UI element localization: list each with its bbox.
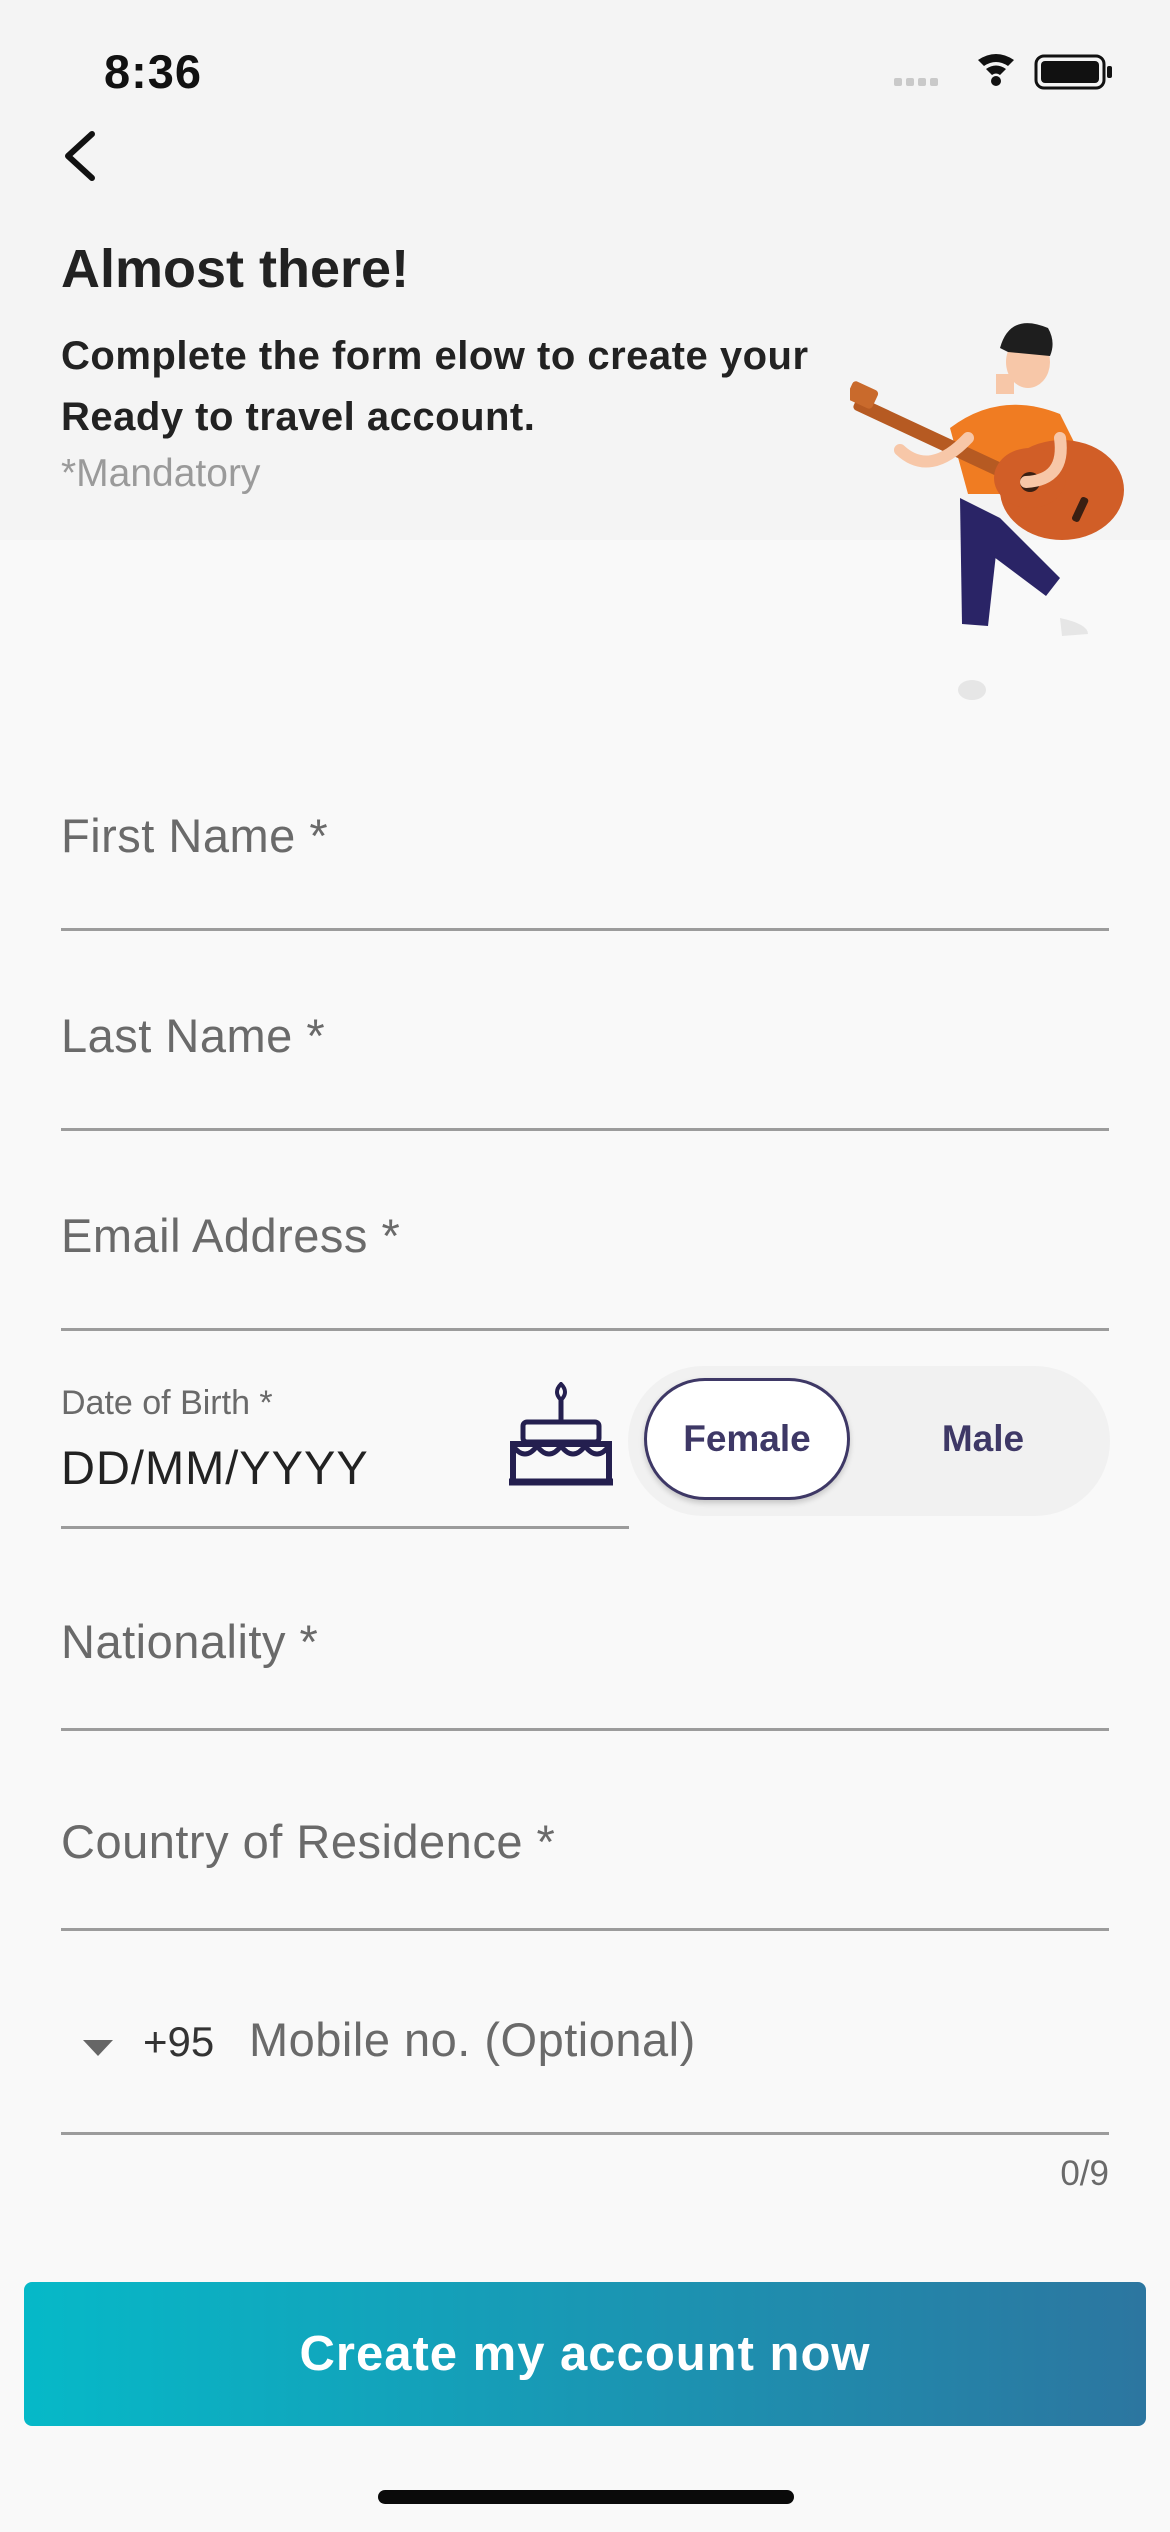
first-name-placeholder: First Name * xyxy=(61,809,329,862)
caret-down-icon[interactable] xyxy=(81,2036,115,2060)
page-subtitle: Complete the form elow to create your Re… xyxy=(61,334,809,439)
status-time: 8:36 xyxy=(104,45,203,98)
nationality-placeholder: Nationality * xyxy=(61,1615,319,1668)
guitar-player-illustration xyxy=(846,318,1135,710)
signal-icon xyxy=(894,78,938,86)
first-name-field[interactable]: First Name * xyxy=(61,778,1109,931)
gender-female-button[interactable]: Female xyxy=(644,1378,850,1500)
country-code[interactable]: +95 xyxy=(143,2018,214,2066)
mobile-number-field[interactable]: +95 Mobile no. (Optional) xyxy=(61,1984,1109,2135)
mobile-char-counter: 0/9 xyxy=(1060,2154,1109,2193)
gender-toggle: Female Male xyxy=(628,1366,1110,1516)
home-indicator xyxy=(378,2490,794,2504)
cake-icon[interactable] xyxy=(505,1381,617,1492)
mobile-placeholder: Mobile no. (Optional) xyxy=(249,2013,696,2066)
battery-icon xyxy=(1034,54,1112,90)
last-name-field[interactable]: Last Name * xyxy=(61,978,1109,1131)
wifi-icon xyxy=(978,54,1014,86)
create-account-button[interactable]: Create my account now xyxy=(24,2282,1146,2426)
nationality-field[interactable]: Nationality * xyxy=(61,1578,1109,1731)
dob-label: Date of Birth * xyxy=(61,1384,273,1422)
chevron-left-icon xyxy=(65,131,95,181)
page-title: Almost there! xyxy=(61,239,410,299)
date-of-birth-field[interactable]: Date of Birth * DD/MM/YYYY xyxy=(61,1378,629,1529)
email-field[interactable]: Email Address * xyxy=(61,1178,1109,1331)
gender-male-button[interactable]: Male xyxy=(880,1378,1086,1500)
status-icons xyxy=(894,52,1114,92)
back-button[interactable] xyxy=(56,124,116,188)
email-placeholder: Email Address * xyxy=(61,1209,401,1262)
last-name-placeholder: Last Name * xyxy=(61,1009,326,1062)
country-of-residence-field[interactable]: Country of Residence * xyxy=(61,1778,1109,1931)
mandatory-note: *Mandatory xyxy=(61,452,261,495)
dob-placeholder: DD/MM/YYYY xyxy=(61,1441,369,1494)
residence-placeholder: Country of Residence * xyxy=(61,1815,556,1868)
